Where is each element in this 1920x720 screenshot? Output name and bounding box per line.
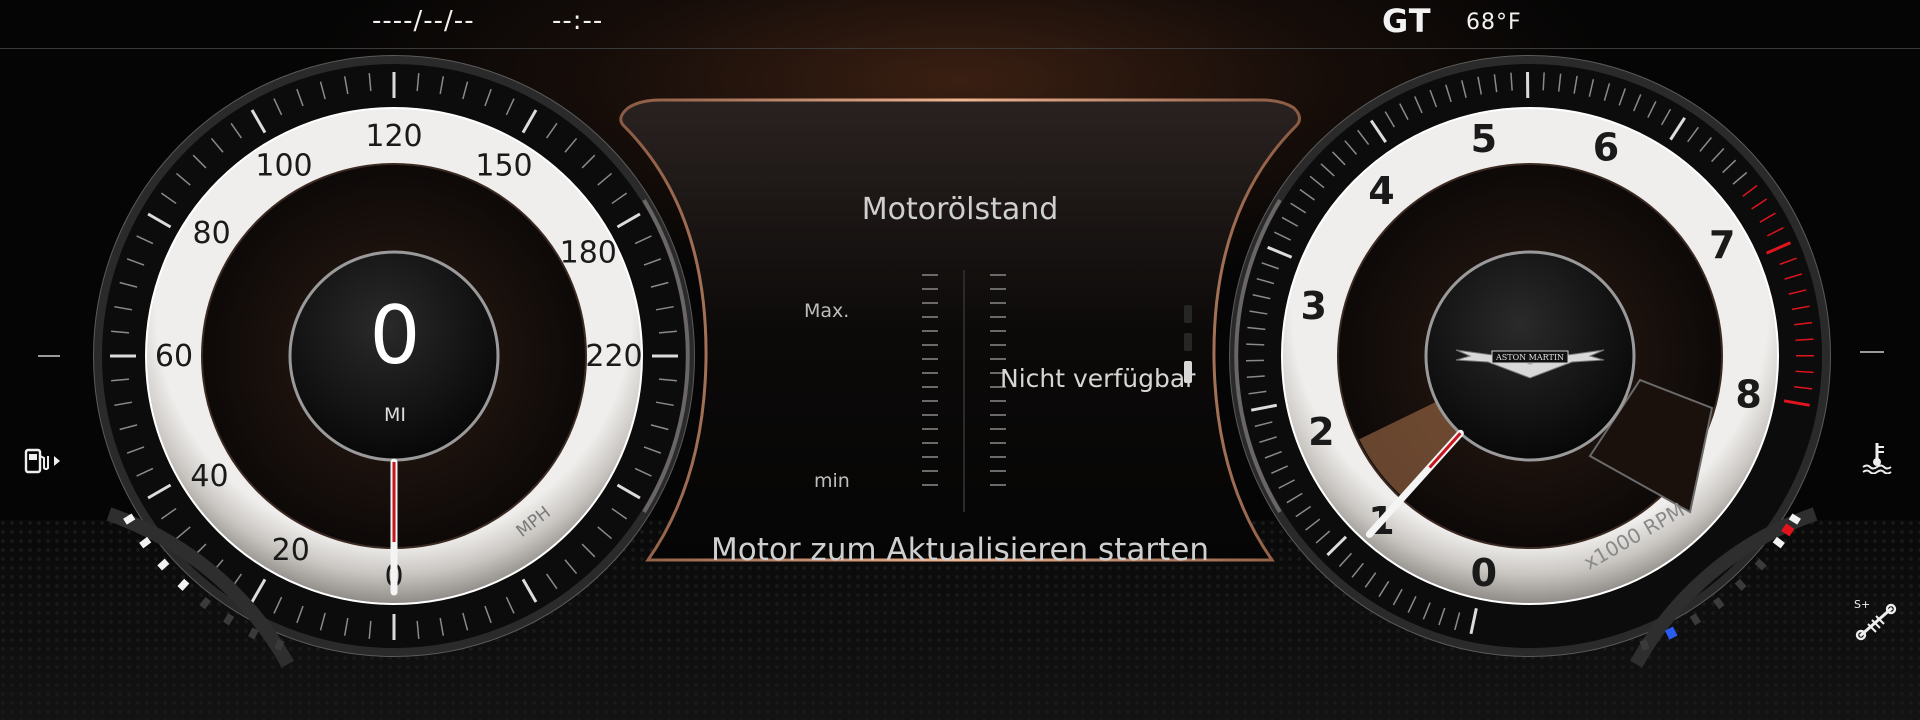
speed-scale-label: 150 <box>475 148 532 183</box>
oil-hint: Motor zum Aktualisieren starten <box>711 532 1209 568</box>
rpm-scale-label: 8 <box>1735 373 1761 417</box>
rpm-tick <box>1795 338 1814 341</box>
odometer-unit: MI <box>384 404 406 426</box>
oil-max-label: Max. <box>804 300 850 322</box>
oil-min-label: min <box>814 470 850 492</box>
brand-logo-text: ASTON MARTIN <box>1495 353 1564 362</box>
rpm-tick <box>1542 72 1545 91</box>
rpm-tick <box>1795 370 1814 374</box>
gauge-segment <box>248 627 259 640</box>
gauge-segment <box>177 578 190 591</box>
speed-scale-label: 180 <box>560 236 617 271</box>
gauge-segment <box>199 597 212 610</box>
oil-status: Nicht verfügbar <box>1000 364 1196 393</box>
rpm-scale-label: 5 <box>1471 117 1497 161</box>
rpm-scale-label: 7 <box>1709 223 1735 267</box>
gauge-segment <box>1639 639 1650 652</box>
rpm-scale-label: 3 <box>1300 284 1326 328</box>
oil-bar-segment <box>1184 305 1192 323</box>
rpm-scale-label: 6 <box>1593 125 1619 169</box>
rpm-scale-label: 2 <box>1308 410 1334 454</box>
oil-level-panel <box>619 98 1301 562</box>
speed-scale-label: 100 <box>255 148 312 183</box>
oil-bar-segment <box>1184 333 1192 351</box>
gauge-segment <box>1734 578 1747 591</box>
suspension-mode-icon: S+ <box>1852 596 1898 646</box>
speed-scale-label: 60 <box>155 339 193 374</box>
rpm-tick <box>1246 343 1265 346</box>
speed-scale-label: 40 <box>190 459 228 494</box>
svg-text:S+: S+ <box>1854 598 1870 611</box>
gauge-segment <box>274 639 285 652</box>
instrument-cluster: 020406080100120150180220MPH 012345678x10… <box>38 55 1884 668</box>
speed-scale-label: 120 <box>365 119 422 154</box>
odometer-value: 0 <box>369 289 421 382</box>
gauge-segment <box>222 613 235 626</box>
speed-scale-label: 220 <box>585 339 642 374</box>
oil-level-title: Motorölstand <box>861 192 1059 227</box>
coolant-temperature-icon <box>1860 440 1894 478</box>
gauge-segment <box>1788 513 1801 525</box>
gauge-segment <box>123 513 136 525</box>
fuel-pump-icon <box>24 446 64 480</box>
gauge-segment <box>1689 613 1702 626</box>
gauge-segment <box>1712 597 1725 610</box>
